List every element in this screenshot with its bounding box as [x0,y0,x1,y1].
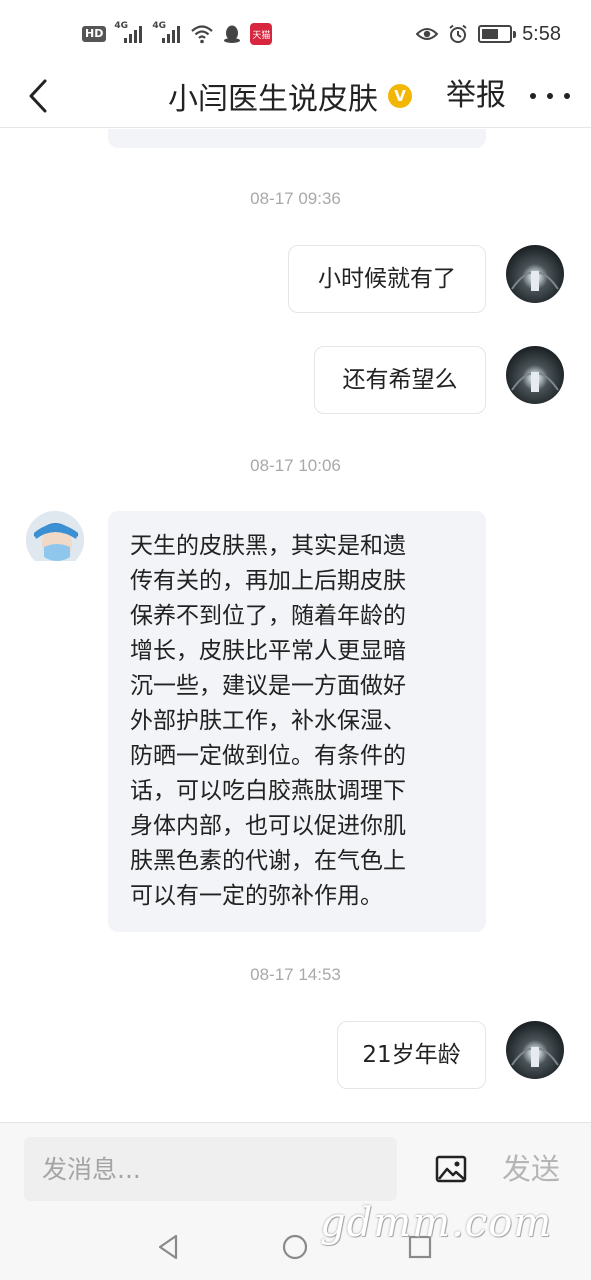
verified-badge-icon: V [388,84,412,108]
previous-message-bubble [108,129,486,148]
system-nav-bar: gdmm.com [0,1200,591,1280]
watermark-text: gdmm.com [320,1200,553,1246]
user-avatar[interactable] [506,1021,564,1079]
signal-4g-icon-2: 4G [152,21,182,45]
more-dot-icon [547,93,553,99]
image-picker-button[interactable] [434,1153,468,1185]
user-avatar-image [511,271,559,291]
message-line: 话，可以吃白胶燕肽调理下 [130,778,406,804]
message-text: 小时候就有了 [318,265,456,292]
doctor-avatar-image [26,511,84,569]
nav-back-icon[interactable] [154,1232,184,1262]
outgoing-message-bubble[interactable]: 21岁年龄 [337,1021,486,1089]
message-timestamp: 08-17 09:36 [250,189,341,208]
incoming-message-bubble[interactable]: 天生的皮肤黑，其实是和遗 传有关的，再加上后期皮肤 保养不到位了，随着年龄的 增… [108,511,486,932]
user-avatar[interactable] [506,245,564,303]
user-avatar-image [511,372,559,392]
send-button[interactable]: 发送 [502,1149,560,1189]
status-bar: HD 4G 4G 天猫 5:58 [0,0,591,64]
user-avatar[interactable] [506,346,564,404]
back-button[interactable] [18,74,58,118]
alarm-icon [449,24,467,43]
hd-badge: HD [82,26,107,42]
outgoing-message-bubble[interactable]: 小时候就有了 [288,245,486,313]
chat-messages[interactable]: 08-17 09:36 小时候就有了 还有希望么 08-17 10:06 天生的… [0,129,591,1122]
signal-4g-icon: 4G [114,21,144,45]
battery-fill [482,29,498,39]
message-line: 传有关的，再加上后期皮肤 [130,568,406,594]
message-timestamp: 08-17 10:06 [250,456,341,475]
more-options-button[interactable] [530,84,570,108]
status-icons-left: HD 4G 4G 天猫 [82,21,273,46]
message-line: 防晒一定做到位。有条件的 [130,743,406,769]
message-timestamp: 08-17 14:53 [250,965,341,984]
page-title: 小闫医生说皮肤 [168,82,378,117]
message-text: 还有希望么 [342,366,458,393]
status-icons-right: 5:58 [416,22,561,46]
nav-home-icon[interactable] [280,1232,310,1262]
image-icon [435,1155,467,1183]
outgoing-message-bubble[interactable]: 还有希望么 [314,346,486,414]
user-avatar-image [511,1047,559,1067]
title-bar: 小闫医生说皮肤 V 举报 [0,64,591,128]
message-line: 肤黑色素的代谢，在气色上 [130,848,406,874]
message-line: 外部护肤工作，补水保湿、 [130,708,406,734]
message-text: 21岁年龄 [362,1041,461,1068]
more-dot-icon [530,93,536,99]
clock: 5:58 [522,22,561,45]
doctor-avatar[interactable] [26,511,84,569]
message-line: 增长，皮肤比平常人更显暗 [130,638,406,664]
page-title-group: 小闫医生说皮肤 V [168,76,412,117]
report-button[interactable]: 举报 [446,76,506,116]
chevron-left-icon [29,79,47,113]
message-line: 保养不到位了，随着年龄的 [130,603,406,629]
tmall-app-icon: 天猫 [250,23,273,45]
wifi-icon [191,25,214,44]
message-line: 天生的皮肤黑，其实是和遗 [130,533,406,559]
message-input[interactable] [24,1137,397,1201]
more-dot-icon [564,93,570,99]
message-line: 可以有一定的弥补作用。 [130,883,383,909]
message-line: 沉一些，建议是一方面做好 [130,673,406,699]
qq-penguin-icon [224,25,241,43]
eye-comfort-icon [416,28,439,40]
battery-icon [478,25,517,43]
message-line: 身体内部，也可以促进你肌 [130,813,406,839]
